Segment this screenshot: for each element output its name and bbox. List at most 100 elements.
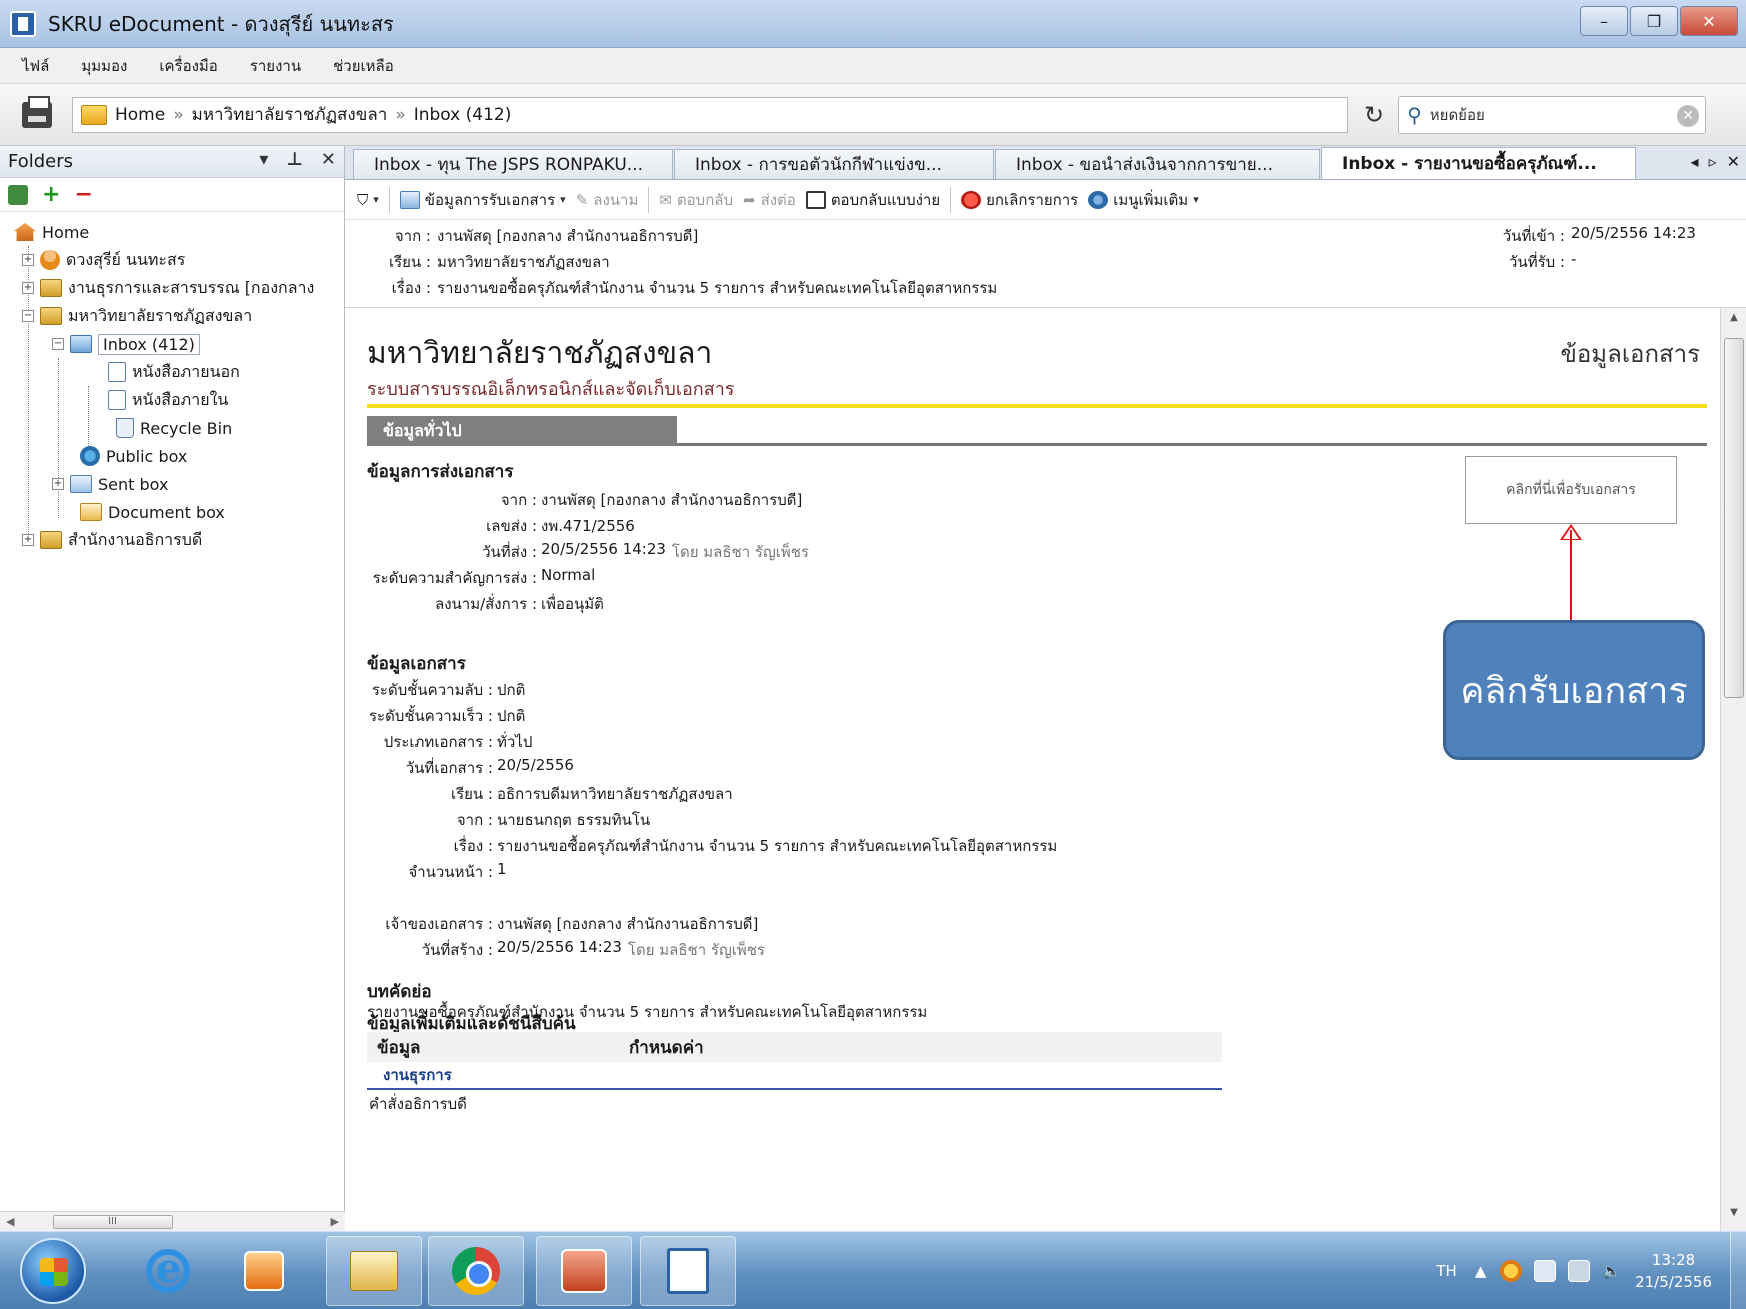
pin-icon[interactable]: ⊥ bbox=[286, 149, 302, 170]
maximize-button[interactable]: ❐ bbox=[1630, 6, 1678, 36]
tree-item-university[interactable]: − มหาวิทยาลัยราชภัฏสงขลา bbox=[0, 302, 344, 330]
taskbar-chrome[interactable] bbox=[428, 1236, 524, 1306]
field-label: วันที่ส่ง : bbox=[482, 543, 537, 561]
expand-icon[interactable]: + bbox=[22, 254, 34, 266]
breadcrumb[interactable]: Home » มหาวิทยาลัยราชภัฏสงขลา » Inbox (4… bbox=[72, 96, 1348, 133]
field-label: จาก : bbox=[456, 811, 493, 829]
scroll-up-icon[interactable]: ▲ bbox=[1721, 312, 1746, 332]
volume-icon[interactable]: 🔈 bbox=[1602, 1262, 1621, 1280]
receive-document-button[interactable]: คลิกที่นี่เพื่อรับเอกสาร bbox=[1465, 456, 1677, 524]
tree-label: Recycle Bin bbox=[140, 418, 233, 438]
forward-button[interactable]: ➦ ส่งต่อ bbox=[743, 188, 796, 212]
dropdown-arrow-icon[interactable]: ▾ bbox=[259, 149, 268, 170]
sign-button[interactable]: ✎ ลงนาม bbox=[576, 188, 639, 212]
taskbar-edocument[interactable] bbox=[640, 1236, 736, 1306]
chrome-icon bbox=[452, 1247, 500, 1295]
tab-jsps[interactable]: Inbox - ทุน The JSPS RONPAKU... bbox=[353, 149, 673, 179]
receive-info-button[interactable]: ข้อมูลการรับเอกสาร ▾ bbox=[399, 188, 566, 212]
tree-item-document-box[interactable]: Document box bbox=[0, 498, 344, 526]
reply-icon: ✉ bbox=[659, 190, 672, 209]
field-label: ระดับชั้นความเร็ว : bbox=[368, 707, 493, 725]
folders-horizontal-scrollbar[interactable]: ◀ III ▶ bbox=[0, 1211, 345, 1231]
network-icon[interactable] bbox=[1568, 1260, 1591, 1282]
to-label: เรียน : bbox=[388, 253, 431, 271]
tab-purchase-report[interactable]: Inbox - รายงานขอซื้อครุภัณฑ์... bbox=[1321, 147, 1636, 179]
tree-item-inbox[interactable]: − Inbox (412) bbox=[0, 330, 344, 358]
search-input[interactable]: ⚲ หยดย้อย ✕ bbox=[1398, 95, 1707, 134]
breadcrumb-home[interactable]: Home bbox=[115, 105, 165, 125]
reply-label: ตอบกลับ bbox=[676, 190, 733, 209]
menu-tools[interactable]: เครื่องมือ bbox=[159, 54, 217, 78]
tab-next-icon[interactable]: ▹ bbox=[1709, 152, 1717, 171]
taskbar-powerpoint[interactable] bbox=[536, 1236, 632, 1306]
taskbar-media[interactable] bbox=[216, 1236, 312, 1306]
tab-prev-icon[interactable]: ◂ bbox=[1691, 152, 1699, 171]
scrollbar-thumb[interactable] bbox=[1724, 338, 1744, 698]
language-indicator[interactable]: TH bbox=[1436, 1262, 1456, 1280]
refresh-icon[interactable]: ↻ bbox=[1364, 101, 1384, 129]
scrollbar-thumb[interactable]: III bbox=[52, 1214, 173, 1229]
add-folder-icon[interactable]: + bbox=[42, 183, 60, 205]
forward-label: ส่งต่อ bbox=[760, 190, 796, 209]
tree-label: หนังสือภายใน bbox=[132, 389, 229, 409]
breadcrumb-inbox[interactable]: Inbox (412) bbox=[414, 105, 512, 125]
clear-search-icon[interactable]: ✕ bbox=[1677, 104, 1700, 127]
document-toolbar: ⛉ ▾ ข้อมูลการรับเอกสาร ▾ ✎ ลงนาม ✉ ตอบกลับ… bbox=[345, 180, 1746, 220]
tree-item-president-office[interactable]: + สำนักงานอธิการบดี bbox=[0, 526, 344, 554]
minimize-button[interactable]: – bbox=[1580, 6, 1628, 36]
subject-value: รายงานขอซื้อครุภัณฑ์สำนักงาน จำนวน 5 ราย… bbox=[437, 279, 998, 297]
filter-dropdown[interactable]: ⛉ ▾ bbox=[357, 191, 379, 209]
scroll-left-icon[interactable]: ◀ bbox=[6, 1215, 14, 1228]
tree-item-admin[interactable]: + งานธุรการและสารบรรณ [กองกลาง bbox=[0, 274, 344, 302]
taskbar-ie[interactable] bbox=[120, 1236, 216, 1306]
expand-icon[interactable]: + bbox=[52, 478, 64, 490]
collapse-icon[interactable]: − bbox=[52, 338, 64, 350]
tree-item-sent-box[interactable]: + Sent box bbox=[0, 470, 344, 498]
reply-button[interactable]: ✉ ตอบกลับ bbox=[659, 188, 733, 212]
tree-item-recycle-bin[interactable]: Recycle Bin bbox=[0, 414, 344, 442]
inbox-icon bbox=[70, 335, 92, 353]
tree-label: ดวงสุรีย์ นนทะสร bbox=[66, 249, 186, 269]
menu-view[interactable]: มุมมอง bbox=[81, 54, 127, 78]
cancel-item-button[interactable]: ยกเลิกรายการ bbox=[961, 188, 1078, 212]
scroll-down-icon[interactable]: ▼ bbox=[1721, 1207, 1746, 1227]
start-button[interactable] bbox=[20, 1238, 86, 1304]
tray-app-icon[interactable] bbox=[1500, 1260, 1523, 1282]
clock[interactable]: 13:28 21/5/2556 bbox=[1635, 1249, 1712, 1293]
close-panel-icon[interactable]: ✕ bbox=[321, 149, 336, 170]
internet-explorer-icon bbox=[146, 1245, 190, 1293]
menu-bar: ไฟล์ มุมมอง เครื่องมือ รายงาน ช่วยเหลือ bbox=[0, 48, 1746, 84]
tab-close-icon[interactable]: ✕ bbox=[1727, 152, 1740, 171]
vertical-scrollbar[interactable]: ▲ ▼ bbox=[1720, 308, 1746, 1231]
field-label: วันที่สร้าง : bbox=[421, 941, 493, 959]
scroll-right-icon[interactable]: ▶ bbox=[331, 1215, 339, 1228]
show-desktop-button[interactable] bbox=[1730, 1232, 1746, 1309]
menu-file[interactable]: ไฟล์ bbox=[22, 54, 49, 78]
print-icon[interactable] bbox=[22, 95, 52, 128]
taskbar-explorer[interactable] bbox=[326, 1236, 422, 1306]
action-center-icon[interactable] bbox=[1534, 1260, 1557, 1282]
tree-label: Public box bbox=[106, 446, 188, 466]
expand-icon[interactable]: + bbox=[22, 534, 34, 546]
close-button[interactable]: ✕ bbox=[1680, 6, 1738, 36]
tree-item-public-box[interactable]: Public box bbox=[0, 442, 344, 470]
breadcrumb-university[interactable]: มหาวิทยาลัยราชภัฏสงขลา bbox=[192, 101, 388, 128]
refresh-folder-icon[interactable] bbox=[8, 184, 28, 205]
menu-help[interactable]: ช่วยเหลือ bbox=[333, 54, 394, 78]
tree-item-user[interactable]: + ดวงสุรีย์ นนทะสร bbox=[0, 246, 344, 274]
menu-reports[interactable]: รายงาน bbox=[250, 54, 301, 78]
filter-icon: ⛉ bbox=[357, 190, 369, 209]
more-menu-button[interactable]: เมนูเพิ่มเติม ▾ bbox=[1088, 188, 1199, 212]
tree-item-internal[interactable]: หนังสือภายใน bbox=[0, 386, 344, 414]
document-icon bbox=[108, 390, 126, 410]
show-hidden-icons-icon[interactable]: ▲ bbox=[1475, 1262, 1487, 1280]
tab-money[interactable]: Inbox - ขอนำส่งเงินจากการขาย... bbox=[995, 149, 1320, 179]
tab-general-info[interactable]: ข้อมูลทั่วไป bbox=[367, 416, 677, 446]
delete-folder-icon[interactable]: − bbox=[74, 183, 92, 205]
tab-athlete[interactable]: Inbox - การขอตัวนักกีฬาแข่งข... bbox=[674, 149, 994, 179]
reply-simple-button[interactable]: ตอบกลับแบบง่าย bbox=[805, 188, 940, 212]
collapse-icon[interactable]: − bbox=[22, 310, 34, 322]
tree-item-external[interactable]: หนังสือภายนอก bbox=[0, 358, 344, 386]
expand-icon[interactable]: + bbox=[22, 282, 34, 294]
tree-item-home[interactable]: Home bbox=[0, 218, 344, 246]
